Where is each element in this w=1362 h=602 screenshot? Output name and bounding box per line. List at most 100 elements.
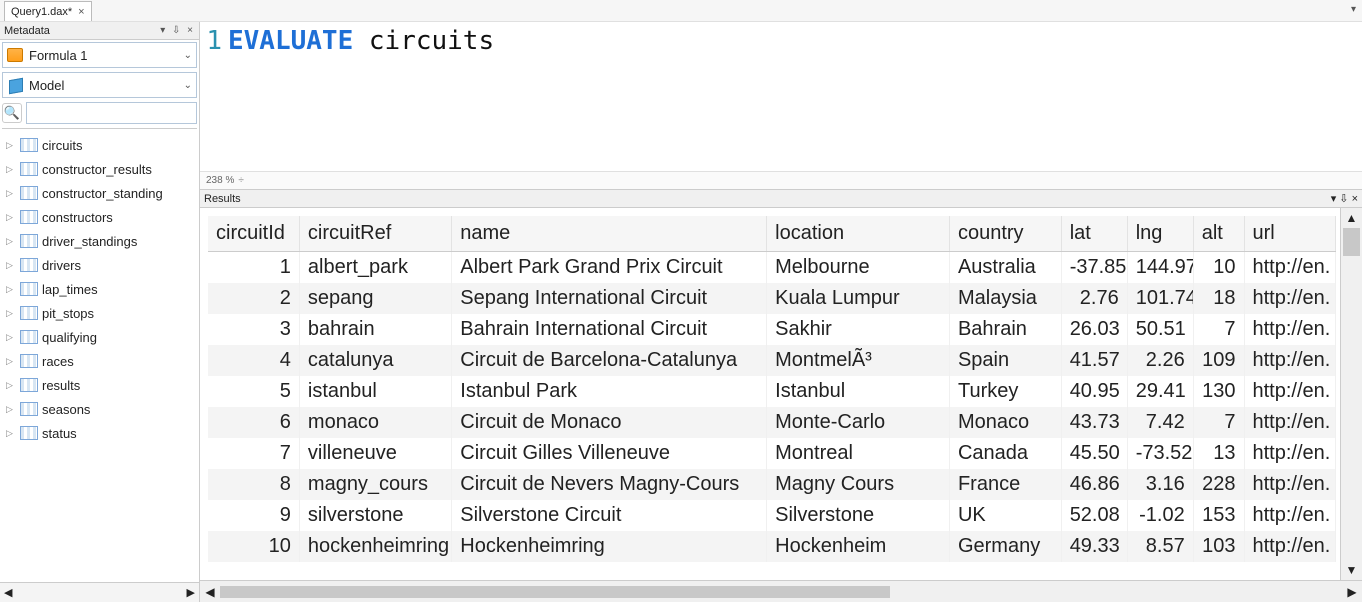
table-node-races[interactable]: ▷races bbox=[2, 349, 197, 373]
cell: http://en. bbox=[1244, 500, 1336, 531]
cell: 101.74 bbox=[1127, 283, 1193, 314]
table-row[interactable]: 5istanbulIstanbul ParkIstanbulTurkey40.9… bbox=[208, 376, 1336, 407]
vertical-scrollbar[interactable]: ▲ ▼ bbox=[1340, 208, 1362, 580]
cell: Hockenheimring bbox=[452, 531, 767, 562]
col-circuitRef[interactable]: circuitRef bbox=[299, 216, 451, 252]
table-row[interactable]: 3bahrainBahrain International CircuitSak… bbox=[208, 314, 1336, 345]
cell: sepang bbox=[299, 283, 451, 314]
col-url[interactable]: url bbox=[1244, 216, 1336, 252]
search-icon[interactable]: 🔍 bbox=[2, 103, 22, 123]
table-icon bbox=[20, 234, 38, 248]
expand-icon[interactable]: ▷ bbox=[6, 404, 16, 415]
table-label: results bbox=[42, 378, 80, 393]
expand-icon[interactable]: ▷ bbox=[6, 284, 16, 295]
table-icon bbox=[20, 186, 38, 200]
cell: 43.73 bbox=[1061, 407, 1127, 438]
col-alt[interactable]: alt bbox=[1193, 216, 1244, 252]
scroll-left-icon[interactable]: ◀ bbox=[4, 586, 12, 599]
expand-icon[interactable]: ▷ bbox=[6, 188, 16, 199]
col-name[interactable]: name bbox=[452, 216, 767, 252]
table-node-constructor_results[interactable]: ▷constructor_results bbox=[2, 157, 197, 181]
table-icon bbox=[20, 402, 38, 416]
table-node-lap_times[interactable]: ▷lap_times bbox=[2, 277, 197, 301]
cell: 228 bbox=[1193, 469, 1244, 500]
cell: Istanbul bbox=[767, 376, 950, 407]
table-label: seasons bbox=[42, 402, 90, 417]
table-row[interactable]: 4catalunyaCircuit de Barcelona-Catalunya… bbox=[208, 345, 1336, 376]
table-node-seasons[interactable]: ▷ seasons bbox=[2, 397, 197, 421]
expand-icon[interactable]: ▷ bbox=[6, 380, 16, 391]
zoom-level[interactable]: 238 % bbox=[206, 175, 234, 186]
tab-query1[interactable]: Query1.dax* × bbox=[4, 1, 92, 21]
cell: http://en. bbox=[1244, 252, 1336, 284]
scroll-thumb[interactable] bbox=[1343, 228, 1360, 256]
scroll-right-icon[interactable]: ▶ bbox=[187, 586, 195, 599]
metadata-window-controls[interactable]: ▾ ⇩ × bbox=[160, 25, 195, 36]
expand-icon[interactable]: ▷ bbox=[6, 332, 16, 343]
table-row[interactable]: 7villeneuveCircuit Gilles VilleneuveMont… bbox=[208, 438, 1336, 469]
cell: -1.02 bbox=[1127, 500, 1193, 531]
horizontal-scrollbar[interactable]: ◀ ▶ bbox=[200, 580, 1362, 602]
table-node-status[interactable]: ▷status bbox=[2, 421, 197, 445]
table-node-qualifying[interactable]: ▷qualifying bbox=[2, 325, 197, 349]
cell: -37.85 bbox=[1061, 252, 1127, 284]
scroll-up-icon[interactable]: ▲ bbox=[1341, 208, 1362, 228]
metadata-search-input[interactable] bbox=[26, 102, 197, 124]
table-icon bbox=[20, 330, 38, 344]
close-icon[interactable]: × bbox=[78, 6, 84, 18]
expand-icon[interactable]: ▷ bbox=[6, 140, 16, 151]
cell: 8 bbox=[208, 469, 299, 500]
tabstrip-overflow-icon[interactable]: ▾ bbox=[1351, 4, 1356, 15]
expand-icon[interactable]: ▷ bbox=[6, 236, 16, 247]
col-lng[interactable]: lng bbox=[1127, 216, 1193, 252]
cell: Turkey bbox=[949, 376, 1061, 407]
database-combo[interactable]: Formula 1 ⌄ bbox=[2, 42, 197, 68]
expand-icon[interactable]: ▷ bbox=[6, 164, 16, 175]
table-node-constructors[interactable]: ▷constructors bbox=[2, 205, 197, 229]
table-row[interactable]: 10hockenheimringHockenheimringHockenheim… bbox=[208, 531, 1336, 562]
metadata-tree[interactable]: ▷circuits▷constructor_results▷constructo… bbox=[2, 128, 197, 580]
table-row[interactable]: 8magny_coursCircuit de Nevers Magny-Cour… bbox=[208, 469, 1336, 500]
zoom-stepper-icon[interactable]: ÷ bbox=[238, 175, 244, 186]
results-grid[interactable]: circuitIdcircuitRefnamelocationcountryla… bbox=[200, 208, 1340, 580]
expand-icon[interactable]: ▷ bbox=[6, 356, 16, 367]
table-node-drivers[interactable]: ▷drivers bbox=[2, 253, 197, 277]
col-lat[interactable]: lat bbox=[1061, 216, 1127, 252]
cell: 144.97 bbox=[1127, 252, 1193, 284]
cell: istanbul bbox=[299, 376, 451, 407]
metadata-scrollbar[interactable]: ◀ ▶ bbox=[0, 582, 199, 602]
table-node-constructor_standing[interactable]: ▷constructor_standing bbox=[2, 181, 197, 205]
scroll-right-icon[interactable]: ▶ bbox=[1342, 585, 1362, 599]
table-node-results[interactable]: ▷ results bbox=[2, 373, 197, 397]
table-row[interactable]: 9silverstoneSilverstone CircuitSilversto… bbox=[208, 500, 1336, 531]
cell: 7.42 bbox=[1127, 407, 1193, 438]
scroll-down-icon[interactable]: ▼ bbox=[1341, 560, 1362, 580]
expand-icon[interactable]: ▷ bbox=[6, 428, 16, 439]
table-icon bbox=[20, 282, 38, 296]
results-window-controls[interactable]: ▾ ⇩ × bbox=[1331, 192, 1358, 205]
cell: http://en. bbox=[1244, 283, 1336, 314]
expand-icon[interactable]: ▷ bbox=[6, 212, 16, 223]
table-row[interactable]: 6monacoCircuit de MonacoMonte-CarloMonac… bbox=[208, 407, 1336, 438]
table-icon bbox=[20, 426, 38, 440]
table-icon bbox=[20, 138, 38, 152]
editor-code[interactable]: EVALUATE circuits bbox=[228, 26, 1362, 171]
model-combo[interactable]: Model ⌄ bbox=[2, 72, 197, 98]
scroll-left-icon[interactable]: ◀ bbox=[200, 585, 220, 599]
table-node-circuits[interactable]: ▷circuits bbox=[2, 133, 197, 157]
table-node-driver_standings[interactable]: ▷driver_standings bbox=[2, 229, 197, 253]
table-node-pit_stops[interactable]: ▷pit_stops bbox=[2, 301, 197, 325]
scroll-thumb[interactable] bbox=[220, 586, 890, 598]
expand-icon[interactable]: ▷ bbox=[6, 308, 16, 319]
cell: Albert Park Grand Prix Circuit bbox=[452, 252, 767, 284]
table-row[interactable]: 1albert_parkAlbert Park Grand Prix Circu… bbox=[208, 252, 1336, 284]
col-circuitId[interactable]: circuitId bbox=[208, 216, 299, 252]
table-row[interactable]: 2sepangSepang International CircuitKuala… bbox=[208, 283, 1336, 314]
col-country[interactable]: country bbox=[949, 216, 1061, 252]
cell: Sakhir bbox=[767, 314, 950, 345]
cell: 130 bbox=[1193, 376, 1244, 407]
cell: 46.86 bbox=[1061, 469, 1127, 500]
dax-editor[interactable]: 1 EVALUATE circuits bbox=[200, 22, 1362, 171]
expand-icon[interactable]: ▷ bbox=[6, 260, 16, 271]
col-location[interactable]: location bbox=[767, 216, 950, 252]
